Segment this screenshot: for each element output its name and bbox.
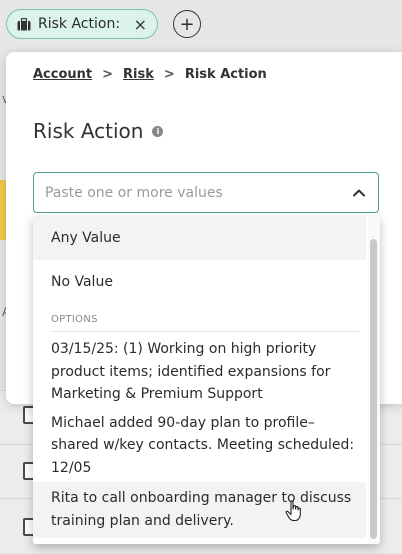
breadcrumb-separator: >: [102, 67, 114, 82]
chevron-up-icon[interactable]: [351, 185, 367, 201]
option-any-value[interactable]: Any Value: [33, 216, 366, 260]
briefcase-icon: [17, 17, 31, 30]
hand-cursor-icon: [285, 500, 301, 522]
options-list: Any Value No Value OPTIONS 03/15/25: (1)…: [33, 216, 366, 538]
breadcrumb: Account > Risk > Risk Action: [33, 67, 267, 82]
close-icon[interactable]: ×: [134, 15, 147, 34]
list-item[interactable]: 03/15/25: (1) Working on high priority p…: [33, 332, 366, 409]
options-dropdown: Any Value No Value OPTIONS 03/15/25: (1)…: [33, 216, 380, 544]
page-title: Risk Action: [33, 119, 144, 143]
add-filter-button[interactable]: +: [173, 10, 201, 38]
plus-icon: +: [179, 13, 195, 35]
option-no-value[interactable]: No Value: [33, 260, 366, 304]
list-item[interactable]: Rita to call onboarding manager to discu…: [33, 482, 366, 538]
breadcrumb-risk[interactable]: Risk: [123, 67, 154, 82]
scrollbar-thumb[interactable]: [370, 239, 377, 539]
breadcrumb-account[interactable]: Account: [33, 67, 92, 82]
breadcrumb-current: Risk Action: [184, 67, 267, 82]
list-item[interactable]: Michael added 90-day plan to profile–sha…: [33, 409, 366, 483]
page-title-row: Risk Action i: [33, 119, 164, 143]
filter-pill[interactable]: Risk Action: ×: [6, 9, 158, 39]
scrollbar-track[interactable]: [368, 216, 380, 544]
filter-pill-label: Risk Action:: [38, 16, 121, 32]
breadcrumb-separator: >: [163, 67, 175, 82]
search-input[interactable]: [45, 184, 351, 201]
options-section-header: OPTIONS: [51, 314, 359, 332]
value-search-field[interactable]: [33, 172, 379, 213]
info-icon[interactable]: i: [152, 125, 164, 137]
